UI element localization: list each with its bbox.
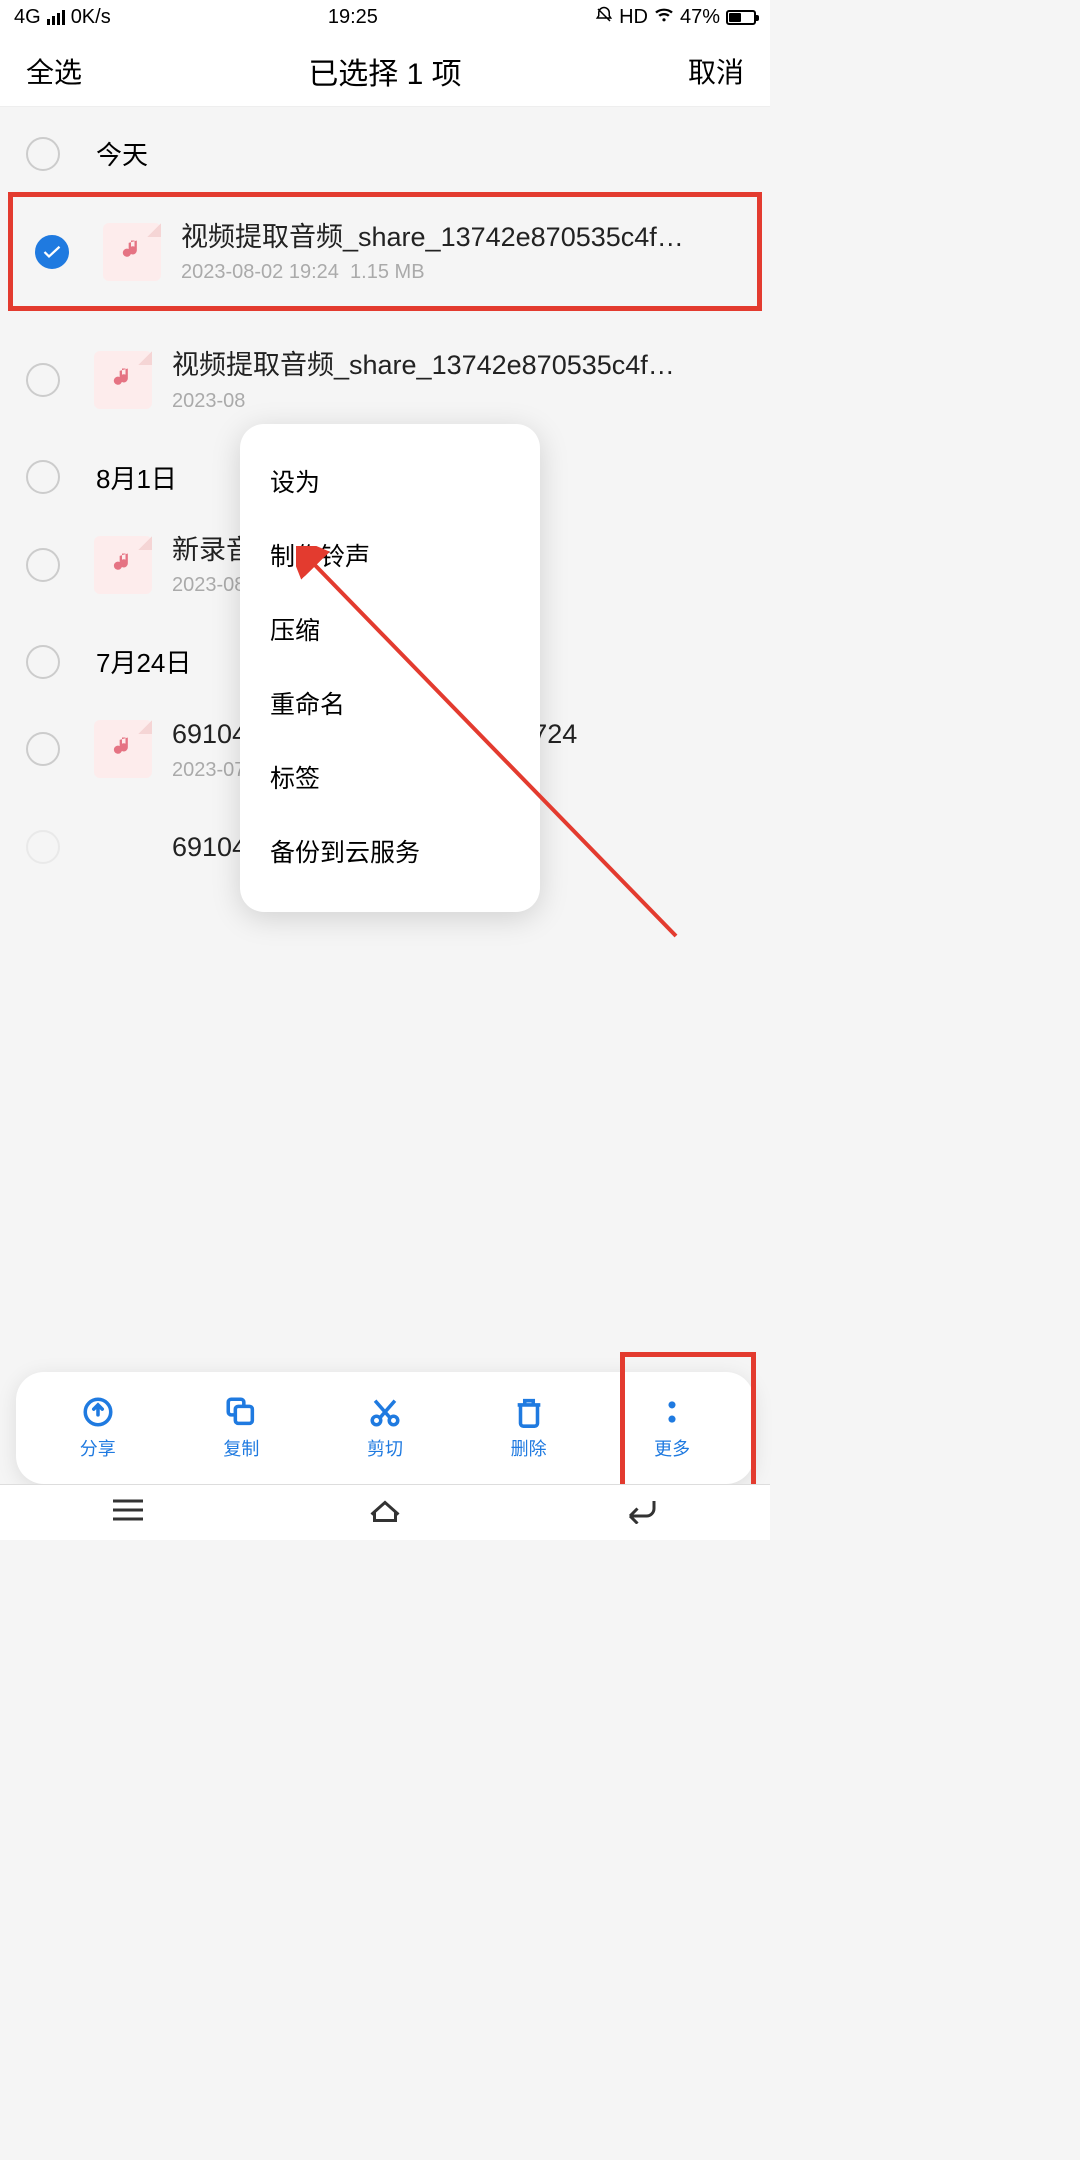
cut-button[interactable]: 剪切 — [350, 1395, 420, 1461]
music-file-icon — [94, 720, 152, 778]
wifi-icon — [654, 7, 674, 28]
nav-back-icon[interactable] — [624, 1496, 660, 1529]
section-label: 今天 — [96, 135, 148, 172]
file-checkbox[interactable] — [26, 830, 60, 864]
network-type: 4G — [14, 6, 41, 29]
share-label: 分享 — [80, 1435, 116, 1461]
file-checkbox[interactable] — [26, 363, 60, 397]
network-speed: 0K/s — [71, 6, 111, 29]
file-checkbox[interactable] — [35, 235, 69, 269]
cancel-button[interactable]: 取消 — [688, 51, 744, 91]
file-meta: 2023-08 — [172, 390, 744, 413]
section-checkbox[interactable] — [26, 137, 60, 171]
select-all-button[interactable]: 全选 — [26, 51, 82, 91]
clock: 19:25 — [111, 6, 595, 29]
music-file-icon — [103, 223, 161, 281]
menu-item-ringtone[interactable]: 制作铃声 — [240, 518, 540, 592]
cut-label: 剪切 — [367, 1435, 403, 1461]
nav-home-icon[interactable] — [367, 1496, 403, 1529]
menu-item-tags[interactable]: 标签 — [240, 740, 540, 814]
file-item-selected[interactable]: 视频提取音频_share_13742e870535c4f… 2023-08-02… — [8, 192, 762, 311]
battery-percent: 47% — [680, 6, 720, 29]
delete-label: 删除 — [511, 1435, 547, 1461]
section-checkbox[interactable] — [26, 460, 60, 494]
menu-item-compress[interactable]: 压缩 — [240, 592, 540, 666]
more-label: 更多 — [654, 1435, 690, 1461]
battery-icon — [726, 10, 756, 25]
menu-item-rename[interactable]: 重命名 — [240, 666, 540, 740]
section-label: 8月1日 — [96, 459, 177, 496]
copy-button[interactable]: 复制 — [206, 1395, 276, 1461]
mute-icon — [595, 6, 613, 30]
menu-item-setas[interactable]: 设为 — [240, 444, 540, 518]
file-checkbox[interactable] — [26, 732, 60, 766]
selection-title: 已选择 1 项 — [308, 49, 461, 93]
copy-label: 复制 — [223, 1435, 259, 1461]
music-file-icon — [94, 351, 152, 409]
nav-recent-icon[interactable] — [110, 1496, 146, 1529]
section-today[interactable]: 今天 — [0, 107, 770, 190]
more-options-menu: 设为 制作铃声 压缩 重命名 标签 备份到云服务 打开方式 — [240, 424, 540, 912]
signal-icon — [47, 10, 65, 25]
section-checkbox[interactable] — [26, 645, 60, 679]
file-meta: 2023-08-02 19:24 1.15 MB — [181, 261, 735, 284]
menu-item-cloudbackup[interactable]: 备份到云服务 — [240, 814, 540, 888]
status-bar: 4G 0K/s 19:25 HD 47% — [0, 0, 770, 35]
delete-button[interactable]: 删除 — [494, 1395, 564, 1461]
section-label: 7月24日 — [96, 643, 191, 680]
system-nav-bar — [0, 1484, 770, 1540]
selection-header: 全选 已选择 1 项 取消 — [0, 35, 770, 107]
share-button[interactable]: 分享 — [63, 1395, 133, 1461]
file-item[interactable]: 视频提取音频_share_13742e870535c4f… 2023-08 — [0, 329, 770, 430]
action-bar: 分享 复制 剪切 删除 更多 — [16, 1372, 754, 1484]
more-button[interactable]: 更多 — [637, 1395, 707, 1461]
file-name: 视频提取音频_share_13742e870535c4f… — [181, 219, 735, 255]
file-checkbox[interactable] — [26, 548, 60, 582]
file-name: 视频提取音频_share_13742e870535c4f… — [172, 347, 744, 383]
menu-item-openwith[interactable]: 打开方式 — [240, 888, 540, 912]
music-file-icon — [94, 536, 152, 594]
hd-label: HD — [619, 6, 648, 29]
